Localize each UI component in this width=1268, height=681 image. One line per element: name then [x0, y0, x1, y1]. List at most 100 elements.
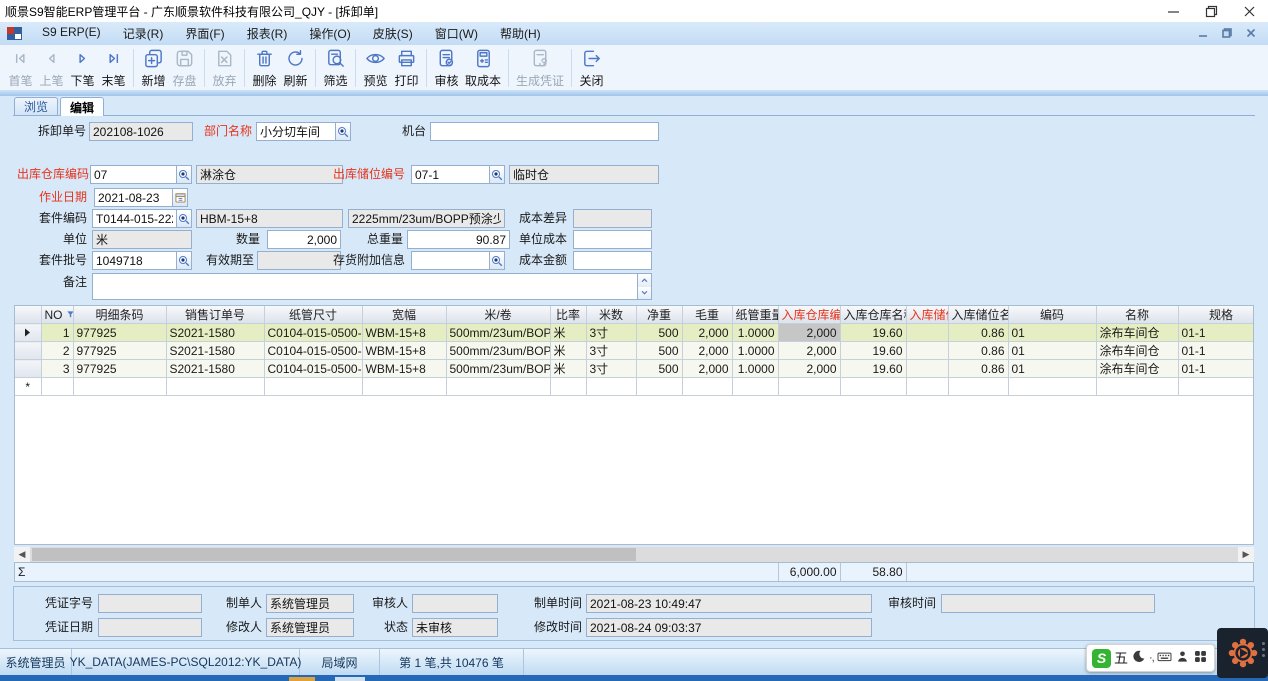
grid-horizontal-scrollbar[interactable]: ◀ ▶: [14, 547, 1254, 562]
toolbar-button-nav-next[interactable]: 下笔: [67, 46, 98, 89]
grid-column-header-part_spec[interactable]: 规格: [1178, 306, 1254, 324]
toolbar-button-audit[interactable]: 审核: [431, 46, 462, 89]
tab-edit[interactable]: 编辑: [60, 97, 104, 116]
grid-cell-in_wh_code[interactable]: 01: [1008, 360, 1096, 378]
grid-cell-sales_order[interactable]: S2021-1580: [166, 360, 264, 378]
menu-item[interactable]: 窗口(W): [424, 22, 489, 45]
grid-cell-barcode[interactable]: 977925: [73, 342, 166, 360]
grid-column-header-width[interactable]: 宽幅: [362, 306, 446, 324]
grid-cell-ratio[interactable]: 1.0000: [732, 360, 778, 378]
detail-grid[interactable]: NO 明细条码销售订单号纸管尺寸宽幅米/卷比率米数净重毛重纸管重量入库仓库编码入…: [14, 305, 1254, 545]
minimize-button[interactable]: [1154, 0, 1192, 22]
grid-cell-part_code[interactable]: C0104-015-0500-...: [264, 324, 362, 342]
menu-item[interactable]: 操作(O): [298, 22, 361, 45]
grid-cell-m_per_roll[interactable]: 2,000: [682, 324, 732, 342]
grid-cell-part_unit[interactable]: 米: [550, 342, 586, 360]
grid-cell-tube_size[interactable]: 3寸: [586, 324, 636, 342]
grid-cell-m_per_roll[interactable]: 2,000: [682, 360, 732, 378]
row-selector[interactable]: [15, 360, 41, 378]
grid-column-header-in_loc_name[interactable]: 入库储位名称: [948, 306, 1008, 324]
grid-cell-part_name[interactable]: WBM-15+8: [362, 324, 446, 342]
menu-item[interactable]: 界面(F): [174, 22, 235, 45]
grid-column-header-no[interactable]: NO: [41, 306, 73, 324]
grid-cell-gross_weight[interactable]: [906, 360, 948, 378]
scroll-up-icon[interactable]: [638, 274, 651, 287]
toolbar-button-refresh[interactable]: 刷新: [280, 46, 311, 89]
scroll-left-icon[interactable]: ◀: [14, 547, 30, 562]
grid-cell-in_wh_code[interactable]: 01: [1008, 324, 1096, 342]
grid-cell-net_weight[interactable]: 19.60: [840, 324, 906, 342]
ime-user-icon[interactable]: [1175, 649, 1190, 667]
grid-cell-part_name[interactable]: WBM-15+8: [362, 360, 446, 378]
grid-column-header-net_weight[interactable]: 净重: [636, 306, 682, 324]
grid-cell-net_weight[interactable]: 19.60: [840, 360, 906, 378]
out-wh-lookup-button[interactable]: [176, 166, 191, 183]
grid-cell-part_spec[interactable]: 500mm/23um/BOPP...: [446, 360, 550, 378]
toolbar-button-trash[interactable]: 删除: [249, 46, 280, 89]
grid-cell-in_wh_name[interactable]: 涂布车间仓: [1096, 360, 1178, 378]
restore-button[interactable]: [1192, 0, 1230, 22]
toolbar-button-printer[interactable]: 打印: [391, 46, 422, 89]
scroll-down-icon[interactable]: [638, 287, 651, 300]
grid-cell-in_loc_code[interactable]: 01-1: [1178, 360, 1254, 378]
floating-app-logo[interactable]: [1217, 628, 1268, 678]
grid-cell-in_wh_name[interactable]: 涂布车间仓: [1096, 324, 1178, 342]
grid-cell-part_spec[interactable]: 500mm/23um/BOPP...: [446, 342, 550, 360]
grid-column-header-tube_size[interactable]: 纸管尺寸: [264, 306, 362, 324]
grid-cell-barcode[interactable]: 977925: [73, 324, 166, 342]
grid-column-header-in_wh_name[interactable]: 入库仓库名称: [840, 306, 906, 324]
scrollbar-track[interactable]: [30, 547, 1238, 562]
grid-cell-part_name[interactable]: WBM-15+8: [362, 342, 446, 360]
grid-column-header-gross_weight[interactable]: 毛重: [682, 306, 732, 324]
row-selector[interactable]: [15, 342, 41, 360]
row-selector[interactable]: [15, 324, 41, 342]
grid-cell-part_code[interactable]: C0104-015-0500-...: [264, 342, 362, 360]
dept-lookup-button[interactable]: [335, 123, 350, 140]
toolbar-button-eye[interactable]: 预览: [360, 46, 391, 89]
mdi-close-button[interactable]: [1246, 27, 1256, 41]
grid-cell-no[interactable]: 1: [41, 324, 73, 342]
grid-cell-m_per_roll[interactable]: 2,000: [682, 342, 732, 360]
grid-cell-part_spec[interactable]: 500mm/23um/BOPP...: [446, 324, 550, 342]
grid-cell-ratio[interactable]: 1.0000: [732, 342, 778, 360]
out-loc-lookup-button[interactable]: [489, 166, 504, 183]
grid-cell-tube_weight[interactable]: 0.86: [948, 324, 1008, 342]
grid-column-header-in_loc_code[interactable]: 入库储位编码: [906, 306, 948, 324]
grid-cell-tube_weight[interactable]: 0.86: [948, 360, 1008, 378]
grid-column-header-barcode[interactable]: 明细条码: [73, 306, 166, 324]
tab-browse[interactable]: 浏览: [14, 97, 58, 115]
grid-cell-in_wh_name[interactable]: 涂布车间仓: [1096, 342, 1178, 360]
toolbar-button-calculator[interactable]: 取成本: [462, 46, 504, 89]
grid-cell-tube_size[interactable]: 3寸: [586, 342, 636, 360]
grid-column-header-part_code[interactable]: 编码: [1008, 306, 1096, 324]
grid-cell-gross_weight[interactable]: [906, 324, 948, 342]
close-button[interactable]: [1230, 0, 1268, 22]
toolbar-button-filter-search[interactable]: 筛选: [320, 46, 351, 89]
ime-mode-indicator[interactable]: 五: [1114, 648, 1128, 668]
mdi-restore-button[interactable]: [1222, 27, 1232, 41]
grid-column-header-meters[interactable]: 米数: [586, 306, 636, 324]
grid-cell-tube_weight[interactable]: 0.86: [948, 342, 1008, 360]
ime-moon-icon[interactable]: [1131, 649, 1146, 667]
toolbar-button-exit[interactable]: 关闭: [576, 46, 607, 89]
grid-cell-no[interactable]: 2: [41, 342, 73, 360]
scrollbar-thumb[interactable]: [32, 548, 636, 561]
ime-toolbar[interactable]: S 五 ·,: [1086, 644, 1215, 672]
grid-column-header-in_wh_code[interactable]: 入库仓库编码: [778, 306, 840, 324]
menu-item[interactable]: 皮肤(S): [362, 22, 424, 45]
ime-keyboard-icon[interactable]: [1157, 649, 1172, 667]
remark-scroll-spinner[interactable]: [637, 274, 651, 299]
grid-column-header-sales_order[interactable]: 销售订单号: [166, 306, 264, 324]
table-row[interactable]: 2977925S2021-1580C0104-015-0500-...WBM-1…: [15, 342, 1254, 360]
remark-textarea[interactable]: [93, 274, 637, 299]
grid-cell-barcode[interactable]: 977925: [73, 360, 166, 378]
grid-column-header-ratio[interactable]: 比率: [550, 306, 586, 324]
grid-cell-gross_weight[interactable]: [906, 342, 948, 360]
grid-cell-part_unit[interactable]: 米: [550, 324, 586, 342]
grid-new-row[interactable]: *: [15, 378, 1254, 396]
scroll-right-icon[interactable]: ▶: [1238, 547, 1254, 562]
grid-cell-part_unit[interactable]: 米: [550, 360, 586, 378]
grid-cell-meters[interactable]: 2,000: [778, 342, 840, 360]
grid-cell-in_wh_code[interactable]: 01: [1008, 342, 1096, 360]
grid-cell-width[interactable]: 500: [636, 360, 682, 378]
